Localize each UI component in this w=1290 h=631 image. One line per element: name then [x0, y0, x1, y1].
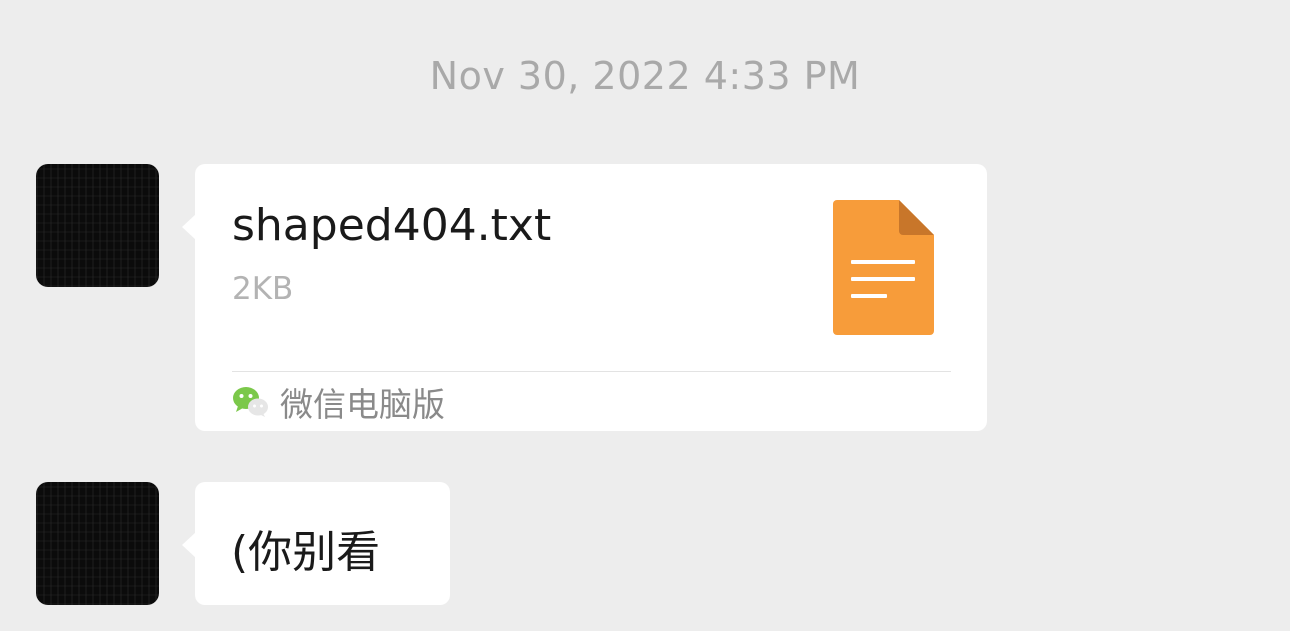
document-icon [833, 200, 934, 335]
message-text: (你别看 [231, 527, 381, 578]
file-name: shaped404.txt [232, 200, 552, 251]
message-timestamp: Nov 30, 2022 4:33 PM [429, 54, 861, 98]
source-attribution: 微信电脑版 [232, 380, 445, 424]
avatar[interactable] [36, 164, 159, 287]
file-message-bubble[interactable]: shaped404.txt 2KB 微信电脑版 [182, 164, 987, 431]
wechat-icon [233, 387, 268, 417]
divider [232, 371, 951, 372]
avatar[interactable] [36, 482, 159, 605]
file-size: 2KB [232, 271, 294, 307]
text-message-bubble[interactable]: (你别看 [182, 482, 450, 605]
source-label: 微信电脑版 [280, 385, 445, 424]
